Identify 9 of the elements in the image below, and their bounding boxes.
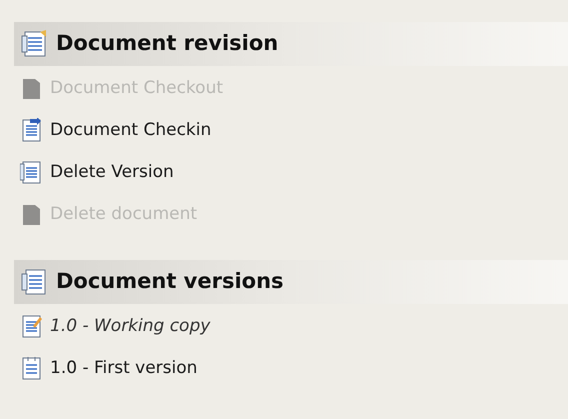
menu-link[interactable]: 1.0 - First version: [50, 356, 198, 382]
document-pencil-icon: [20, 314, 44, 340]
menu-link[interactable]: 1.0 - Working copy: [50, 314, 210, 340]
document-icon: [20, 29, 48, 59]
section-title: Document revision: [56, 30, 278, 58]
document-icon: [20, 267, 48, 297]
section-title: Document versions: [56, 268, 284, 296]
menu-link[interactable]: Delete Version: [50, 160, 174, 186]
menu-link[interactable]: Document Checkin: [50, 118, 212, 144]
